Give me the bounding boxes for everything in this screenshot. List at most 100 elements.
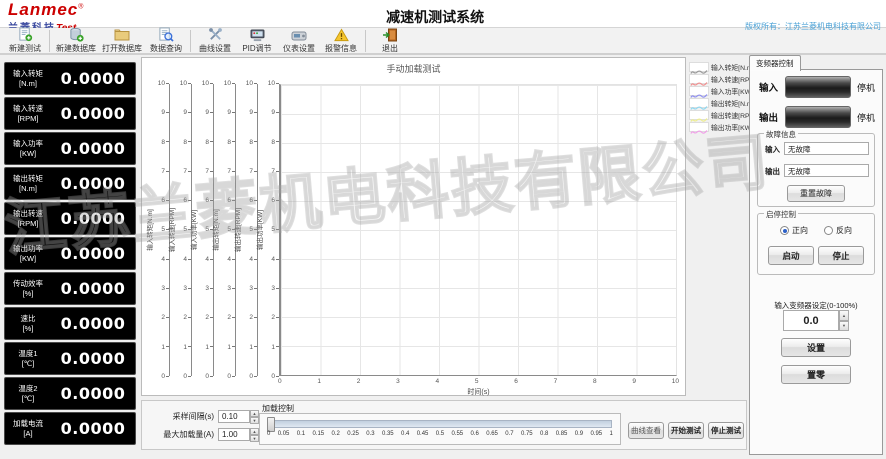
spin-up-icon[interactable]: ▲ [250, 427, 259, 435]
meter-ratio: 速比 [%] 0.0000 [4, 307, 136, 340]
y-tick-label: 4 [246, 256, 257, 263]
y-tick-label: 10 [268, 80, 279, 87]
toolbar-button-alarm-info[interactable]: 报警信息 [320, 27, 362, 54]
tab-vfd-control[interactable]: 变频器控制 [749, 55, 801, 71]
legend-label: 输入功率[KW] [711, 89, 753, 96]
meter-label: 速比 [%] [5, 314, 51, 333]
meter-unit: [℃] [21, 393, 35, 403]
toolbar-button-meter-settings[interactable]: 仪表设置 [278, 28, 320, 54]
toolbar-button-label: 数据查询 [150, 43, 182, 53]
toolbar-button-open-database[interactable]: 打开数据库 [99, 28, 145, 54]
start-button[interactable]: 启动 [768, 246, 814, 265]
legend-line-icon [689, 110, 709, 122]
radio-unselected-icon [824, 226, 833, 235]
radio-reverse[interactable]: 反向 [824, 225, 852, 236]
input-fault-field[interactable]: 无故障 [784, 142, 869, 155]
toolbar-button-new-database[interactable]: 新建数据库 [53, 27, 99, 54]
sample-interval-input[interactable]: 0.10 [218, 409, 250, 423]
meter-temperature-1: 温度1 [℃] 0.0000 [4, 342, 136, 375]
spin-down-icon[interactable]: ▼ [250, 416, 259, 424]
x-axis-label: 时间(s) [467, 389, 490, 396]
x-axis-ticks: 0 1 2 3 4 5 6 7 8 9 10 [278, 378, 679, 385]
reset-fault-button[interactable]: 重置故障 [787, 185, 845, 202]
meter-output-power: 输出功率 [KW] 0.0000 [4, 237, 136, 270]
y-axis-label: 输出转矩[N.m] [213, 209, 220, 251]
load-control-group: 0 0.05 0.1 0.15 0.2 0.25 0.3 0.35 0.4 0.45 0.5 0.55… [259, 413, 621, 445]
meter-panel: 输入转矩 [N.m] 0.0000 输入转速 [RPM] 0.0000 输入功率 [KW] 0.… [4, 62, 136, 447]
start-test-button[interactable]: 开始测试 [668, 422, 704, 439]
y-tick-label: 8 [202, 139, 213, 146]
set-button[interactable]: 设置 [781, 338, 851, 357]
curve-view-button[interactable]: 曲线查看 [628, 422, 664, 439]
y-tick-label: 7 [224, 168, 235, 175]
radio-forward[interactable]: 正向 [780, 225, 808, 236]
spin-up-icon[interactable]: ▲ [839, 310, 849, 321]
plot-area [280, 84, 677, 376]
max-load-spinner[interactable]: 1.00 ▲ ▼ [218, 427, 259, 442]
y-tick-label: 3 [224, 285, 235, 292]
spin-up-icon[interactable]: ▲ [250, 409, 259, 417]
y-tick-label: 4 [224, 256, 235, 263]
meter-temperature-2: 温度2 [℃] 0.0000 [4, 377, 136, 410]
registered-mark-icon: ® [78, 3, 84, 11]
meter-input-torque: 输入转矩 [N.m] 0.0000 [4, 62, 136, 95]
y-axis-label: 输出转速[RPM] [235, 207, 242, 253]
meter-efficiency: 传动效率 [%] 0.0000 [4, 272, 136, 305]
pid-tune-icon [250, 28, 265, 42]
y-tick-label: 1 [158, 344, 169, 351]
y-axis-label: 输入转矩[N.m] [147, 209, 154, 251]
meter-label: 输入转速 [RPM] [5, 104, 51, 123]
frequency-spinner[interactable]: 0.0 ▲ ▼ [783, 310, 849, 331]
slider-tick-label: 0.4 [401, 431, 410, 437]
y-tick-label: 1 [224, 344, 235, 351]
load-slider-handle[interactable] [267, 417, 275, 432]
toolbar-button-exit[interactable]: 退出 [369, 28, 411, 54]
meter-label: 传动效率 [%] [5, 279, 51, 298]
input-fault-label: 输入 [765, 145, 780, 154]
max-load-input[interactable]: 1.00 [218, 427, 250, 441]
y-axis: 输出功率[KW] 10 9 8 7 6 5 4 3 2 1 0 [257, 80, 280, 380]
spin-down-icon[interactable]: ▼ [250, 434, 259, 442]
meter-value: 0.0000 [60, 104, 126, 123]
zero-button[interactable]: 置零 [781, 365, 851, 384]
sample-interval-spinner[interactable]: 0.10 ▲ ▼ [218, 409, 259, 424]
toolbar-button-pid-tune[interactable]: PID调节 [236, 28, 278, 54]
legend-item: 输出功率[KW] [689, 121, 753, 134]
slider-tick-label: 0.6 [470, 431, 479, 437]
toolbar-button-label: 新建测试 [9, 43, 41, 53]
test-buttons: 曲线查看 开始测试 停止测试 [628, 422, 744, 439]
output-fault-field[interactable]: 无故障 [784, 164, 869, 177]
y-tick-label: 6 [224, 197, 235, 204]
y-tick-label: 1 [246, 344, 257, 351]
new-database-icon [69, 27, 84, 42]
y-tick-label: 8 [268, 139, 279, 146]
stop-test-button[interactable]: 停止测试 [708, 422, 744, 439]
load-slider-track[interactable] [267, 417, 612, 432]
spin-down-icon[interactable]: ▼ [839, 320, 849, 331]
frequency-input[interactable]: 0.0 [783, 310, 839, 331]
meter-name: 输入转矩 [13, 69, 43, 79]
meter-value: 0.0000 [60, 314, 126, 333]
curve-settings-icon [208, 27, 223, 42]
chart-panel: 手动加载测试 输入转矩[N.m] 10 9 8 7 6 5 4 3 2 1 0 输入转速[RPM] 10 9… [141, 57, 686, 396]
toolbar-button-data-query[interactable]: 数据查询 [145, 26, 187, 54]
y-tick-label: 3 [268, 285, 279, 292]
meter-unit: [RPM] [17, 113, 39, 123]
toolbar-button-new-test[interactable]: 新建测试 [4, 26, 46, 54]
meter-value: 0.0000 [60, 139, 126, 158]
input-status-row: 输入 停机 [750, 76, 882, 98]
x-tick-label: 10 [671, 378, 679, 385]
spinner-arrows: ▲ ▼ [250, 427, 259, 442]
meter-value: 0.0000 [60, 209, 126, 228]
legend-label: 输入转矩[N.m] [711, 65, 755, 72]
slider-tick-label: 1 [609, 431, 613, 437]
slider-tick-label: 0.45 [416, 431, 429, 437]
meter-value: 0.0000 [60, 174, 126, 193]
y-tick-label: 2 [246, 314, 257, 321]
meter-name: 输入功率 [13, 139, 43, 149]
y-tick-label: 8 [180, 139, 191, 146]
toolbar-button-curve-settings[interactable]: 曲线设置 [194, 27, 236, 54]
toolbar-separator [49, 29, 50, 52]
stop-button[interactable]: 停止 [818, 246, 864, 265]
slider-tick-label: 0.1 [296, 431, 306, 437]
